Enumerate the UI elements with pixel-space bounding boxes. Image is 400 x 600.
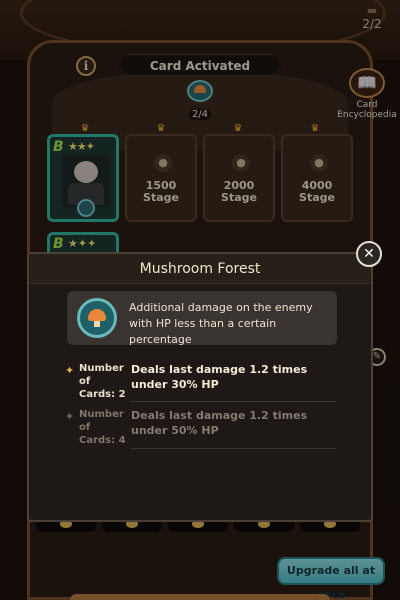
close-icon[interactable]: ✕ — [356, 241, 382, 267]
star-marker-icon: ✦ — [65, 364, 75, 377]
star-marker-icon: ✦ — [65, 410, 75, 423]
tier-divider — [131, 448, 336, 449]
tier-divider — [131, 401, 336, 402]
tier-description: Deals last damage 1.2 times under 30% HP — [131, 363, 308, 391]
tier-label: Number of Cards: 2 — [79, 363, 126, 400]
modal-title: Mushroom Forest — [29, 254, 371, 284]
mushroom-icon — [77, 298, 117, 338]
tier-description: Deals last damage 1.2 times under 50% HP — [131, 409, 308, 437]
tier-label: Number of Cards: 4 — [79, 409, 126, 446]
effect-description: Additional damage on the enemy with HP l… — [129, 301, 313, 346]
set-effect-modal: Mushroom Forest Additional damage on the… — [27, 252, 373, 522]
effect-summary: Additional damage on the enemy with HP l… — [67, 291, 337, 346]
